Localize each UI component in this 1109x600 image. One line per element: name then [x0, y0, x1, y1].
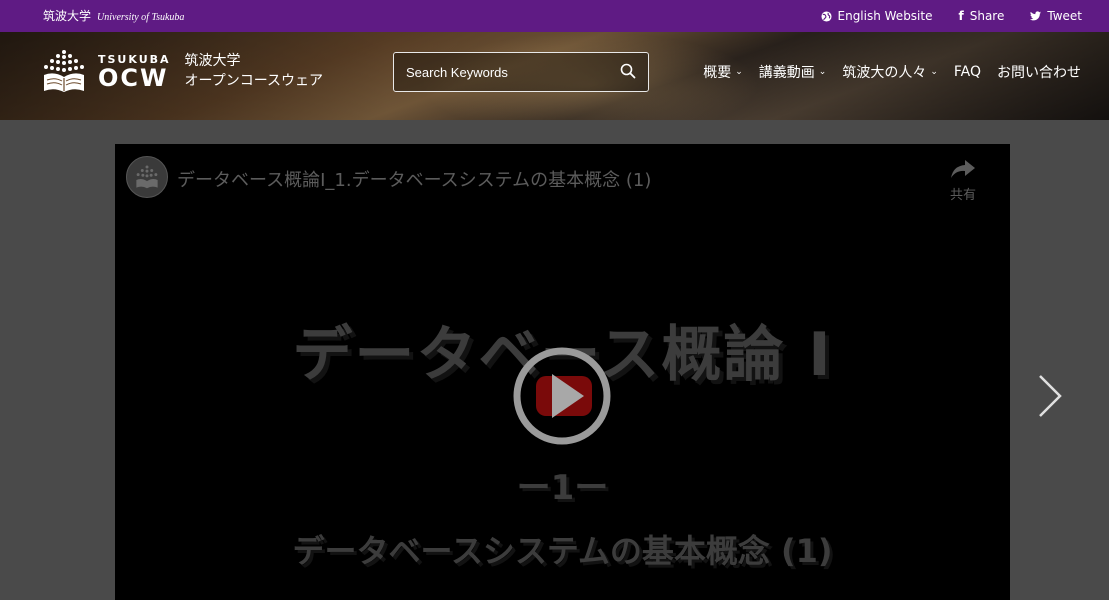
share-label: Share [969, 9, 1005, 23]
logo-jp-line1: 筑波大学 [184, 53, 241, 69]
nav-lecture-videos-label: 講義動画 [758, 65, 815, 81]
logo-jp-line2: オープンコースウェア [184, 73, 323, 89]
nav-overview[interactable]: 概要 ⌄ [703, 62, 743, 82]
topbar-links: English Website f Share Tweet [820, 0, 1082, 32]
facebook-share-link[interactable]: f Share [958, 9, 1004, 23]
ocw-book-icon [44, 50, 84, 92]
slide-number: ー1ー [516, 468, 609, 508]
chevron-down-icon: ⌄ [930, 67, 938, 77]
top-utility-bar: 筑波大学 University of Tsukuba English Websi… [0, 0, 1109, 32]
tweet-link[interactable]: Tweet [1030, 9, 1082, 23]
slide-subtitle: データベースシステムの基本概念 (1) [292, 532, 833, 570]
ocw-logo[interactable]: TSUKUBA OCW 筑波大学 オープンコースウェア [42, 49, 323, 93]
video-share-button[interactable]: 共有 [950, 158, 976, 203]
search-input[interactable] [394, 53, 616, 91]
globe-icon [820, 10, 832, 22]
nav-faq[interactable]: FAQ [954, 64, 981, 80]
video-share-label: 共有 [949, 188, 976, 203]
channel-avatar[interactable] [126, 156, 168, 198]
main-nav: 概要 ⌄ 講義動画 ⌄ 筑波大の人々 ⌄ FAQ お問い合わせ [703, 60, 1081, 84]
video-player[interactable]: データベース概論I_1.データベースシステムの基本概念 (1) 共有 データベー… [115, 144, 1010, 600]
tweet-label: Tweet [1047, 9, 1082, 23]
university-name-en: University of Tsukuba [97, 12, 185, 23]
nav-faq-label: FAQ [953, 64, 981, 80]
logo-jp-text: 筑波大学 オープンコースウェア [185, 51, 323, 91]
chevron-right-icon[interactable] [1036, 374, 1064, 418]
nav-people[interactable]: 筑波大の人々 ⌄ [842, 62, 938, 82]
english-website-label: English Website [837, 9, 933, 23]
twitter-icon [1030, 11, 1042, 21]
university-name-jp: 筑波大学 [43, 9, 92, 23]
nav-people-label: 筑波大の人々 [842, 65, 927, 81]
nav-lecture-videos[interactable]: 講義動画 ⌄ [759, 62, 827, 82]
play-button-icon[interactable] [512, 346, 612, 446]
nav-contact[interactable]: お問い合わせ [997, 62, 1081, 82]
share-arrow-icon [950, 160, 975, 178]
ocw-book-icon [136, 165, 158, 189]
chevron-down-icon: ⌄ [735, 67, 743, 77]
chevron-down-icon: ⌄ [818, 67, 827, 77]
logo-wordmark: TSUKUBA OCW [98, 53, 171, 90]
search-icon[interactable] [620, 63, 636, 79]
video-title[interactable]: データベース概論I_1.データベースシステムの基本概念 (1) [177, 166, 651, 192]
site-header: TSUKUBA OCW 筑波大学 オープンコースウェア 概要 ⌄ 講義動画 ⌄ … [0, 32, 1109, 120]
search-box [393, 52, 649, 92]
english-website-link[interactable]: English Website [820, 9, 933, 23]
facebook-icon: f [958, 9, 964, 23]
logo-ocw-text: OCW [98, 63, 169, 92]
nav-overview-label: 概要 [703, 65, 732, 81]
nav-contact-label: お問い合わせ [997, 65, 1081, 81]
university-logo[interactable]: 筑波大学 University of Tsukuba [43, 7, 184, 24]
